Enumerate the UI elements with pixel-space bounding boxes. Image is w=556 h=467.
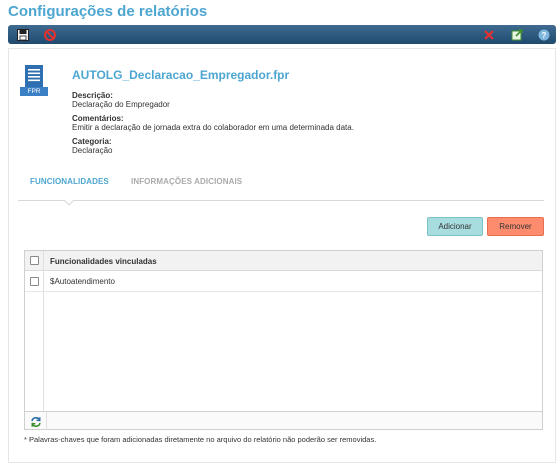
footnote: * Palavras-chaves que foram adicionadas … <box>24 435 377 444</box>
grid-header: Funcionalidades vinculadas <box>25 251 542 271</box>
row-label: $Autoatendimento <box>50 277 115 286</box>
category-label: Categoria: <box>72 137 112 146</box>
page-title: Configurações de relatórios <box>8 3 208 20</box>
select-all-checkbox[interactable] <box>30 256 39 265</box>
features-grid: Funcionalidades vinculadas $Autoatendime… <box>24 250 543 430</box>
delete-icon[interactable] <box>481 27 497 42</box>
cancel-icon[interactable] <box>42 27 58 42</box>
toolbar: ? <box>8 25 556 44</box>
category-value: Declaração <box>72 146 113 155</box>
refresh-icon[interactable] <box>30 415 42 427</box>
tab-funcionalidades[interactable]: FUNCIONALIDADES <box>30 177 109 186</box>
remove-button[interactable]: Remover <box>487 217 544 236</box>
fpr-file-icon: FPR <box>20 65 52 97</box>
save-icon[interactable] <box>15 27 31 42</box>
svg-text:?: ? <box>542 31 547 40</box>
table-row[interactable]: $Autoatendimento <box>25 271 542 292</box>
help-icon[interactable]: ? <box>536 27 552 42</box>
footer-divider <box>46 412 47 430</box>
description-label: Descrição: <box>72 91 113 100</box>
grid-footer <box>25 411 542 430</box>
row-checkbox[interactable] <box>30 277 39 286</box>
column-divider <box>43 251 44 412</box>
comments-value: Emitir a declaração de jornada extra do … <box>72 123 354 132</box>
export-icon[interactable] <box>509 27 525 42</box>
tab-divider <box>18 200 544 201</box>
report-file-name: AUTOLG_Declaracao_Empregador.fpr <box>72 68 290 82</box>
tab-informacoes-adicionais[interactable]: INFORMAÇÕES ADICIONAIS <box>131 177 242 186</box>
comments-label: Comentários: <box>72 114 124 123</box>
description-value: Declaração do Empregador <box>72 100 170 109</box>
add-button[interactable]: Adicionar <box>427 217 483 236</box>
grid-header-label: Funcionalidades vinculadas <box>50 257 157 266</box>
active-tab-indicator <box>64 196 74 206</box>
fpr-file-icon-label: FPR <box>27 88 41 95</box>
